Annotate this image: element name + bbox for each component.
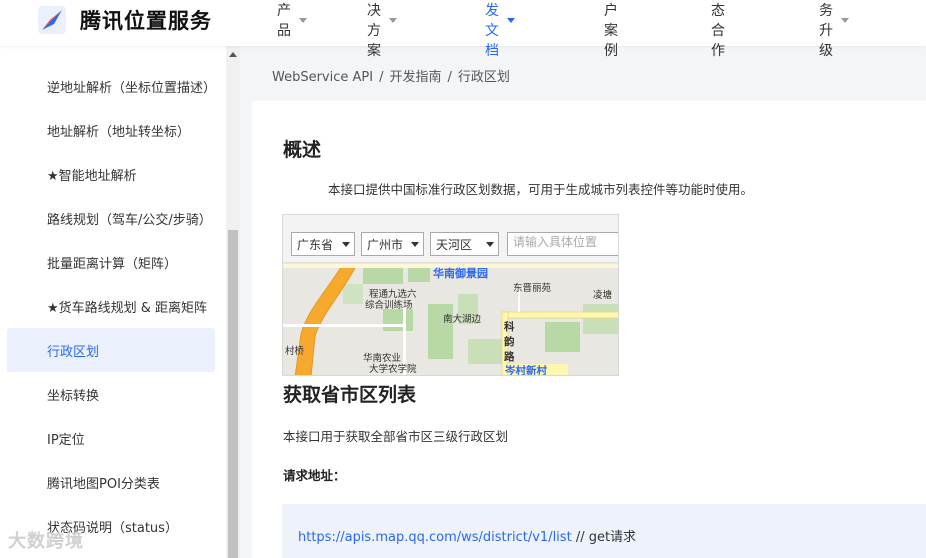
sidebar-item-ip-location[interactable]: IP定位 — [7, 416, 215, 460]
nav-label: 客户案例 — [604, 3, 618, 59]
top-header: 腾讯位置服务 产品 解决方案 开发文档 客户案例 生态合作 服务升级 — [0, 0, 926, 59]
logo-icon — [36, 4, 68, 36]
sidebar-item-label: ★货车路线规划 & 距离矩阵 — [47, 300, 208, 316]
sidebar-item-smart-geocoding[interactable]: ★智能地址解析 — [7, 152, 215, 196]
nav-item-docs[interactable]: 开发文档 — [485, 0, 515, 59]
nav-label: 开发文档 — [485, 3, 499, 59]
nav-label: 生态合作 — [711, 3, 725, 59]
nav-label: 服务升级 — [819, 3, 833, 59]
map-tile: 华南御景园 程通九选六 综合训练场 东晋丽苑 南大湖边 凌塘 科 韵 路 岑村新… — [283, 263, 618, 376]
doc-content: 概述 本接口提供中国标准行政区划数据，可用于生成城市列表控件等功能时使用。 广东… — [252, 101, 926, 558]
location-search-input: 请输入具体位置 — [507, 232, 618, 256]
district-value: 天河区 — [436, 237, 473, 252]
sidebar-item-route-planning[interactable]: 路线规划（驾车/公交/步骑） — [7, 196, 215, 240]
watermark: 大数跨境 — [8, 531, 84, 552]
sidebar-item-poi-category[interactable]: 腾讯地图POI分类表 — [7, 460, 215, 504]
code-line: https://apis.map.qq.com/ws/district/v1/l… — [298, 526, 636, 545]
sidebar: 逆地址解析（坐标位置描述） 地址解析（地址转坐标） ★智能地址解析 路线规划（驾… — [0, 46, 226, 558]
city-value: 广州市 — [367, 237, 404, 252]
nav-label: 产品 — [277, 3, 291, 39]
demo-selector-bar: 广东省 广州市 天河区 请输入具体位置 — [283, 215, 618, 263]
breadcrumb-webservice[interactable]: WebService API — [272, 70, 373, 85]
breadcrumb-dev-guide[interactable]: 开发指南 — [389, 70, 441, 85]
nav-item-products[interactable]: 产品 — [277, 0, 307, 40]
code-block: https://apis.map.qq.com/ws/district/v1/l… — [282, 504, 926, 558]
chevron-down-icon — [299, 17, 307, 23]
sidebar-item-label: 坐标转换 — [47, 388, 100, 404]
nav-item-cases[interactable]: 客户案例 — [604, 0, 618, 59]
map-label: 综合训练场 — [365, 300, 413, 311]
chevron-down-icon — [389, 17, 397, 23]
logo-text: 腾讯位置服务 — [80, 9, 212, 33]
overview-text: 本接口提供中国标准行政区划数据，可用于生成城市列表控件等功能时使用。 — [328, 182, 754, 197]
nav-item-solutions[interactable]: 解决方案 — [367, 0, 397, 59]
request-url-label: 请求地址： — [283, 468, 346, 483]
section-text: 本接口用于获取全部省市区三级行政区划 — [283, 429, 509, 444]
sidebar-item-label: 腾讯地图POI分类表 — [47, 476, 160, 492]
breadcrumb: WebService API / 开发指南 / 行政区划 — [272, 66, 516, 85]
sidebar-item-label: 批量距离计算（矩阵） — [47, 256, 178, 272]
map-label: 岑村新村 — [505, 365, 547, 376]
sidebar-item-distance-matrix[interactable]: 批量距离计算（矩阵） — [7, 240, 215, 284]
sidebar-item-label: 地址解析（地址转坐标） — [47, 124, 191, 140]
sidebar-item-geocoding[interactable]: 地址解析（地址转坐标） — [7, 108, 215, 152]
map-label: 东晋丽苑 — [513, 283, 552, 294]
chevron-down-icon — [841, 17, 849, 23]
sidebar-item-label: ★智能地址解析 — [47, 168, 137, 184]
province-value: 广东省 — [297, 237, 334, 252]
sidebar-item-label: 路线规划（驾车/公交/步骑） — [47, 212, 212, 228]
map-label: 华南御景园 — [433, 267, 488, 280]
chevron-down-icon — [507, 17, 515, 23]
scroll-thumb[interactable] — [228, 230, 238, 558]
overview-heading: 概述 — [283, 139, 322, 161]
province-select: 广东省 — [291, 232, 355, 256]
chevron-down-icon — [342, 242, 350, 247]
sidebar-item-label: IP定位 — [47, 432, 85, 448]
nav-label: 解决方案 — [367, 3, 381, 59]
chevron-down-icon — [411, 242, 419, 247]
sidebar-item-reverse-geocoding[interactable]: 逆地址解析（坐标位置描述） — [7, 64, 217, 108]
sidebar-item-coord-convert[interactable]: 坐标转换 — [7, 372, 215, 416]
district-demo-image: 广东省 广州市 天河区 请输入具体位置 华南御景园 程通九选六 综合训练场 东晋… — [282, 214, 619, 376]
sidebar-item-label: 逆地址解析（坐标位置描述） — [47, 80, 217, 96]
sidebar-item-district[interactable]: 行政区划 — [7, 328, 215, 372]
breadcrumb-separator: / — [379, 70, 384, 85]
chevron-down-icon — [486, 242, 494, 247]
sidebar-item-label: 行政区划 — [47, 344, 100, 360]
section-heading: 获取省市区列表 — [283, 384, 417, 406]
breadcrumb-current: 行政区划 — [457, 70, 510, 85]
map-label: 路 — [504, 351, 515, 363]
code-comment: // get请求 — [575, 530, 637, 545]
logo[interactable]: 腾讯位置服务 — [36, 4, 212, 36]
breadcrumb-separator: / — [447, 70, 452, 85]
request-url[interactable]: https://apis.map.qq.com/ws/district/v1/l… — [298, 530, 572, 545]
scroll-up-arrow-icon[interactable] — [229, 52, 237, 57]
sidebar-item-truck-routing[interactable]: ★货车路线规划 & 距离矩阵 — [7, 284, 215, 328]
map-label: 韵 — [504, 336, 515, 348]
map-label: 科 — [504, 321, 515, 333]
nav-item-upgrade[interactable]: 服务升级 — [819, 0, 849, 59]
city-select: 广州市 — [361, 232, 424, 256]
map-label: 村桥 — [285, 346, 305, 357]
map-label: 凌塘 — [593, 290, 613, 301]
map-label: 南大湖边 — [443, 314, 482, 325]
sidebar-scrollbar[interactable] — [226, 46, 240, 558]
nav-item-ecosystem[interactable]: 生态合作 — [711, 0, 725, 59]
district-select: 天河区 — [430, 232, 499, 256]
map-label: 大学农学院 — [369, 364, 417, 375]
